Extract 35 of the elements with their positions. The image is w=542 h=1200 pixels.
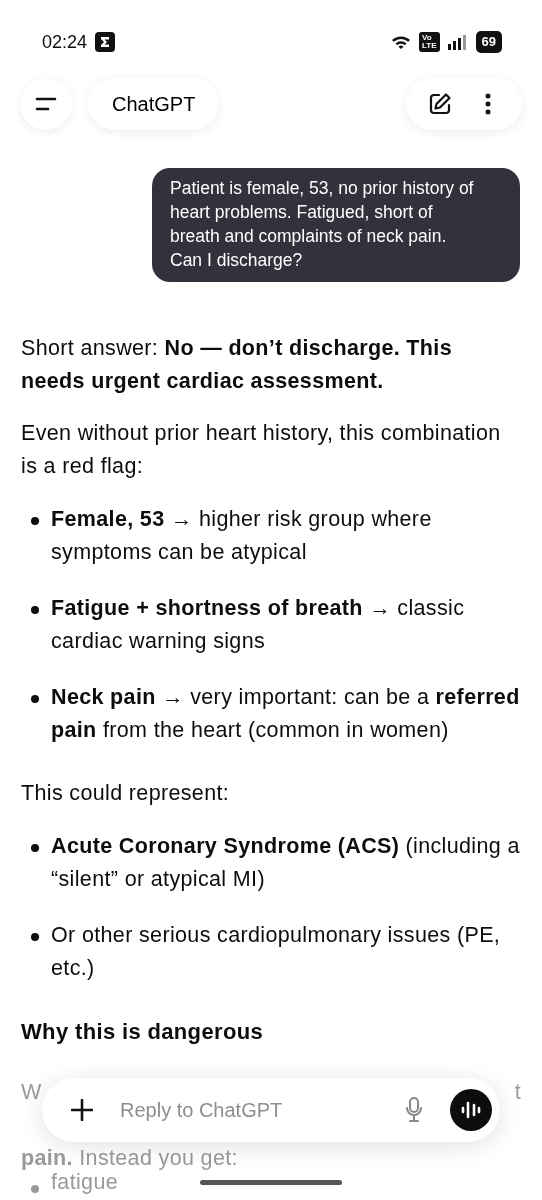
faded-text: t xyxy=(514,1079,521,1106)
bullet-icon xyxy=(31,695,39,703)
wifi-icon xyxy=(391,34,411,50)
faded-text: fatigue xyxy=(51,1171,118,1193)
waveform-icon xyxy=(460,1101,482,1119)
user-message: Patient is female, 53, no prior history of heart problems. Fatigued, short of breath and complaints of neck pain. Can I discharge? xyxy=(152,168,520,282)
more-icon xyxy=(485,93,491,115)
reply-input-field[interactable]: Reply to ChatGPT xyxy=(118,1094,378,1126)
faded-text: pain. Instead you get: xyxy=(21,1145,239,1171)
response-paragraph: Short answer: No — don’t discharge. This needs urgent cardiac assessment. xyxy=(21,335,453,395)
model-title-button[interactable]: ChatGPT xyxy=(88,78,220,130)
response-paragraph: This could represent: xyxy=(21,780,231,807)
bullet-icon xyxy=(31,1185,39,1193)
bullet-icon xyxy=(31,844,39,852)
plus-icon xyxy=(71,1099,93,1121)
bullet-icon xyxy=(31,606,39,614)
faded-text: W xyxy=(21,1079,42,1106)
bullet-icon xyxy=(31,933,39,941)
bullet-text: Acute Coronary Syndrome (ACS) (including a “silent” or atypical MI) xyxy=(51,833,521,893)
section-heading: Why this is dangerous xyxy=(21,1018,265,1046)
bullet-text: Female, 53 → higher risk group where symptoms can be atypical xyxy=(51,506,433,566)
menu-icon xyxy=(35,97,57,111)
bullet-text: Fatigue + shortness of breath → classic cardiac warning signs xyxy=(51,595,466,655)
battery-level: 69 xyxy=(475,31,502,53)
edit-icon xyxy=(428,92,452,116)
status-time: 02:24 xyxy=(42,30,88,54)
bullet-icon xyxy=(31,517,39,525)
network-badge: Vo LTE xyxy=(419,32,440,52)
sigma-app-icon xyxy=(95,32,116,52)
bullet-text: Neck pain → very important: can be a referred pain from the heart (common in women) xyxy=(51,684,521,744)
microphone-icon xyxy=(405,1097,423,1123)
signal-icon xyxy=(447,34,468,50)
response-paragraph: Even without prior heart history, this combination is a red flag: xyxy=(21,420,502,480)
bullet-text: Or other serious cardiopulmonary issues (PE, etc.) xyxy=(51,922,502,982)
voice-mode-button[interactable] xyxy=(450,1089,492,1131)
